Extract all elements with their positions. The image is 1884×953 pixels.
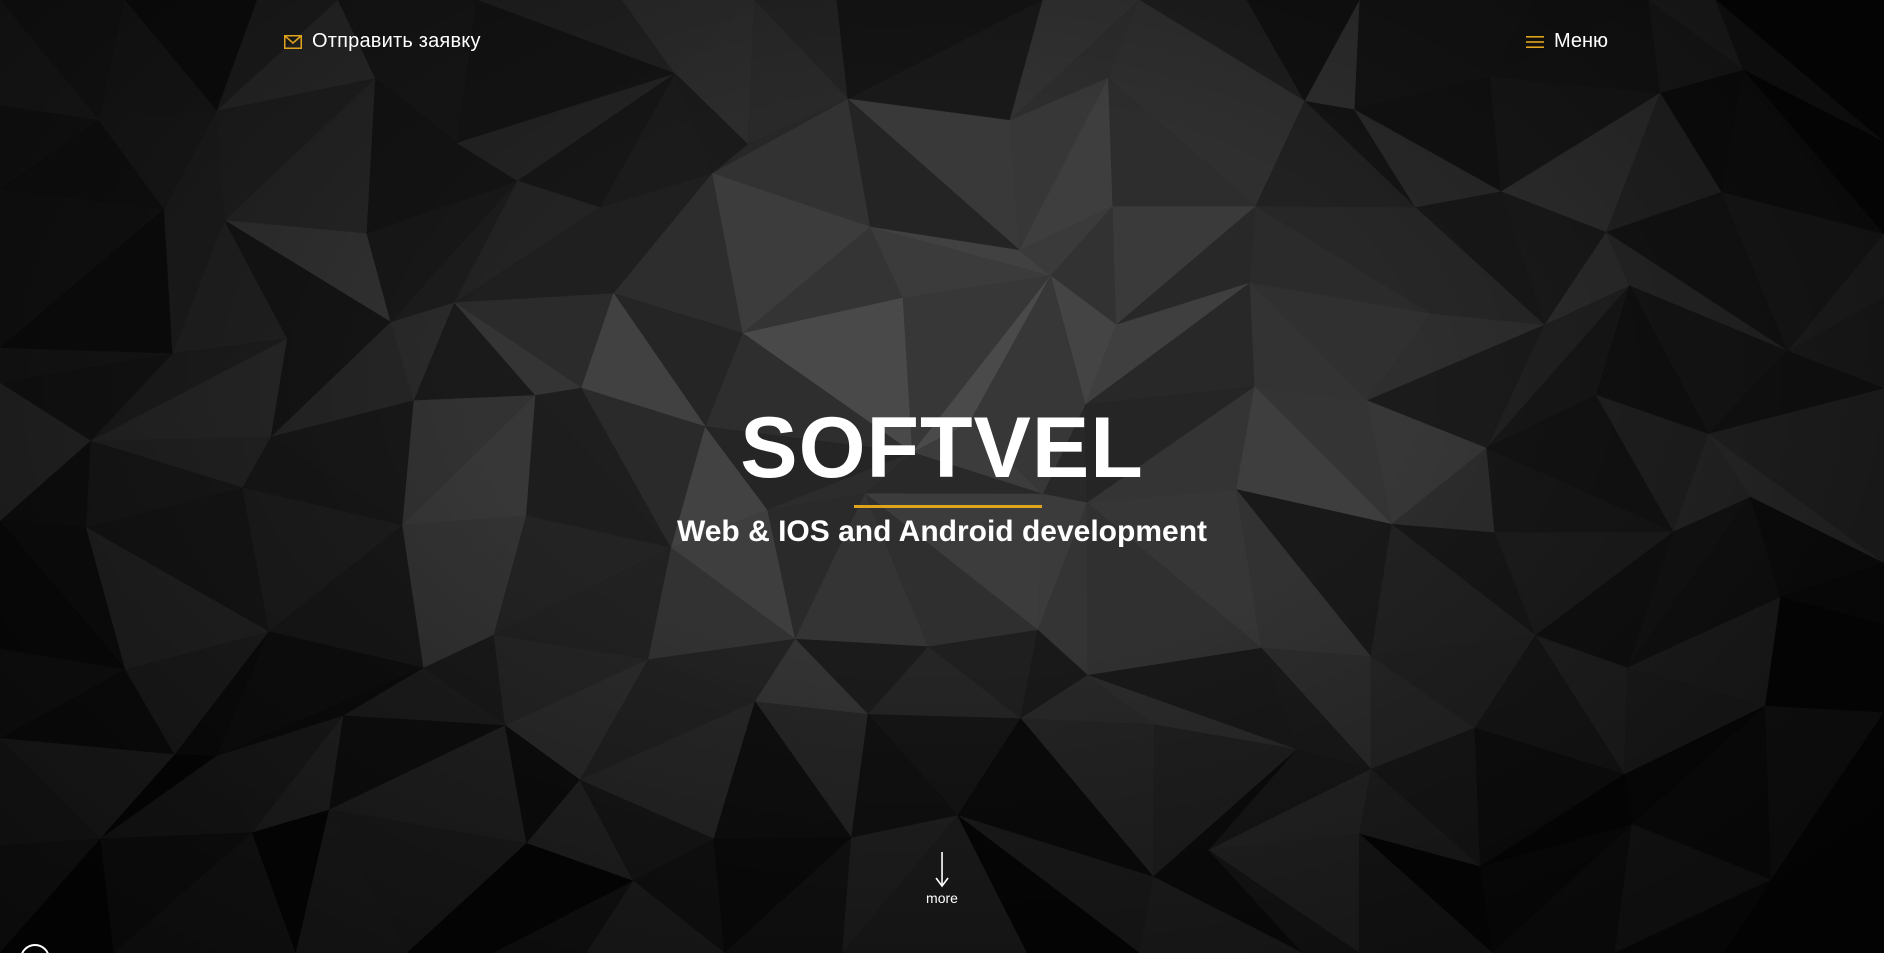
- tagline: Web & IOS and Android development: [676, 515, 1208, 548]
- brand-underline: [854, 505, 1042, 508]
- more-label: more: [926, 890, 958, 906]
- hero-section: Отправить заявку Меню SOFTVEL Web & IOS …: [0, 0, 1884, 953]
- arrow-down-icon: [935, 852, 949, 888]
- menu-label: Меню: [1554, 30, 1609, 52]
- send-request-button[interactable]: Отправить заявку: [284, 30, 481, 53]
- brand-title: SOFTVEL: [740, 400, 1144, 496]
- send-request-label: Отправить заявку: [312, 30, 481, 52]
- menu-button[interactable]: Меню: [1526, 30, 1608, 53]
- envelope-icon: [284, 34, 302, 49]
- more-button[interactable]: more: [926, 852, 958, 906]
- hamburger-icon: [1526, 35, 1544, 49]
